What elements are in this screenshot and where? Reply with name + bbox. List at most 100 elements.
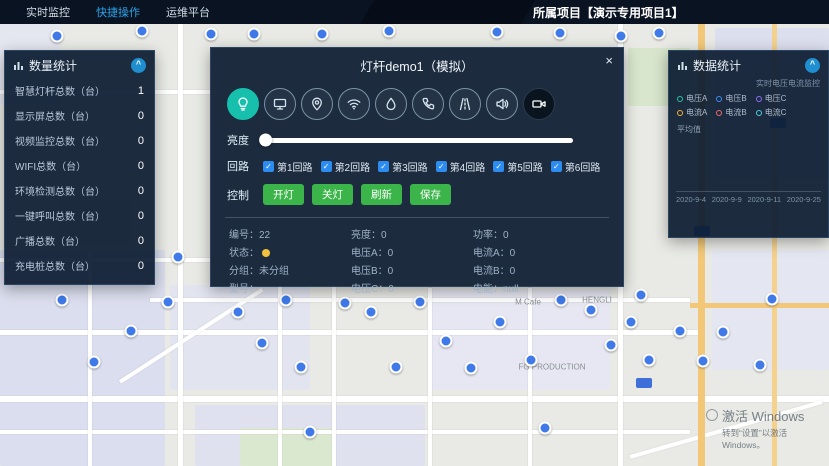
map-marker[interactable] [365,306,378,319]
broadcast-icon-button[interactable] [486,88,518,120]
map-marker[interactable] [625,316,638,329]
quantity-stats-header: 数量统计 ^ [5,51,154,78]
close-icon[interactable]: × [605,54,613,67]
map-marker[interactable] [525,354,538,367]
map-marker[interactable] [766,293,779,306]
app-screen: M CafeHENGLIFG PRODUCTION 激活 Windows 转到“… [0,0,829,466]
loop-label: 第5回路 [507,159,543,174]
map-marker[interactable] [295,361,308,374]
map-marker[interactable] [605,339,618,352]
loop-checkbox-6[interactable]: ✓第6回路 [551,159,601,174]
x-tick: 2020-9-11 [747,195,781,204]
collapse-left-panel-button[interactable]: ^ [131,58,146,73]
info-col-2: 亮度：0 电压A：0 电压B：0 电压C：0 [351,226,443,295]
wifi-icon-button[interactable] [338,88,370,120]
map-marker[interactable] [539,422,552,435]
legend-item[interactable]: 电压B [716,93,746,104]
stat-row-poles: 智慧灯杆总数（台）1 [5,78,154,103]
stat-label: 一键呼叫总数（台） [15,208,105,223]
map-marker[interactable] [172,251,185,264]
dialog-header: 灯杆demo1（模拟） × [211,48,623,75]
legend-item[interactable]: 电压A [677,93,707,104]
legend-radio-icon [677,96,683,102]
loop-checkbox-2[interactable]: ✓第2回路 [321,159,371,174]
map-marker[interactable] [653,27,666,40]
loop-checkbox-1[interactable]: ✓第1回路 [263,159,313,174]
device-info-grid: 编号：22 状态： 分组：未分组 型号： 亮度：0 电压A：0 电压B：0 电压… [211,224,623,297]
map-marker[interactable] [697,355,710,368]
map-marker[interactable] [440,335,453,348]
light-off-button[interactable]: 关灯 [312,184,353,205]
loop-checkbox-3[interactable]: ✓第3回路 [378,159,428,174]
map-marker[interactable] [205,28,218,41]
map-marker[interactable] [491,26,504,39]
map-marker[interactable] [304,426,317,439]
stat-value: 0 [138,235,144,247]
legend-item[interactable]: 电压C [756,93,787,104]
refresh-button[interactable]: 刷新 [361,184,402,205]
loop-checkbox-5[interactable]: ✓第5回路 [493,159,543,174]
quantity-stats-panel: 数量统计 ^ 智慧灯杆总数（台）1 显示屏总数（台）0 视频监控总数（台）0 W… [4,50,155,285]
legend-radio-icon [756,110,762,116]
map-marker[interactable] [674,325,687,338]
map-marker[interactable] [643,354,656,367]
tab-ops-platform[interactable]: 运维平台 [166,4,210,20]
legend-item[interactable]: 电流B [716,107,746,118]
stat-row-broadcast: 广播总数（台）0 [5,228,154,253]
map-marker[interactable] [51,30,64,43]
map-marker[interactable] [125,325,138,338]
legend-item[interactable]: 电流C [756,107,787,118]
lamp-icon-button[interactable] [227,88,259,120]
light-on-button[interactable]: 开灯 [263,184,304,205]
camera-icon-button[interactable] [523,88,555,120]
x-tick: 2020-9-9 [712,195,742,204]
map-marker[interactable] [256,337,269,350]
collapse-right-panel-button[interactable]: ^ [805,58,820,73]
map-marker[interactable] [585,304,598,317]
control-row: 控制 开灯 关灯 刷新 保存 [211,179,623,210]
map-marker[interactable] [754,359,767,372]
map-marker[interactable] [615,30,628,43]
location-icon-button[interactable] [301,88,333,120]
legend-item[interactable]: 电流A [677,107,707,118]
map-marker[interactable] [717,326,730,339]
map-marker[interactable] [635,289,648,302]
brightness-slider[interactable] [263,138,573,143]
info-line: 功率：0 [473,226,565,241]
map-marker[interactable] [162,296,175,309]
call-icon-button[interactable] [412,88,444,120]
brightness-row: 亮度 [211,127,623,153]
map-marker[interactable] [232,306,245,319]
data-stats-header: 数据统计 ^ [669,51,828,78]
brightness-slider-handle[interactable] [259,134,272,147]
map-road [0,330,700,335]
screen-icon-button[interactable] [264,88,296,120]
map-marker[interactable] [56,294,69,307]
legend-radio-icon [716,110,722,116]
map-marker[interactable] [316,28,329,41]
data-stats-title: 数据统计 [693,57,741,74]
map-marker[interactable] [88,356,101,369]
map-marker[interactable] [136,25,149,38]
info-line: 亮度：0 [351,226,443,241]
dialog-title: 灯杆demo1（模拟） [360,60,473,74]
map-marker[interactable] [383,25,396,38]
map-marker[interactable] [339,297,352,310]
tab-quick-actions[interactable]: 快捷操作 [96,4,140,20]
map-marker[interactable] [554,27,567,40]
map-marker[interactable] [248,28,261,41]
save-button[interactable]: 保存 [410,184,451,205]
map-marker[interactable] [390,361,403,374]
loop-checkbox-4[interactable]: ✓第4回路 [436,159,486,174]
stat-value: 0 [138,110,144,122]
tab-realtime-monitor[interactable]: 实时监控 [26,4,70,20]
stat-value: 1 [138,85,144,97]
stat-label: 环境检测总数（台） [15,183,105,198]
map-marker[interactable] [465,362,478,375]
map-marker[interactable] [414,296,427,309]
environment-icon-button[interactable] [375,88,407,120]
road-icon-button[interactable] [449,88,481,120]
stat-label: 视频监控总数（台） [15,133,105,148]
status-dot [262,249,270,257]
map-marker[interactable] [494,316,507,329]
